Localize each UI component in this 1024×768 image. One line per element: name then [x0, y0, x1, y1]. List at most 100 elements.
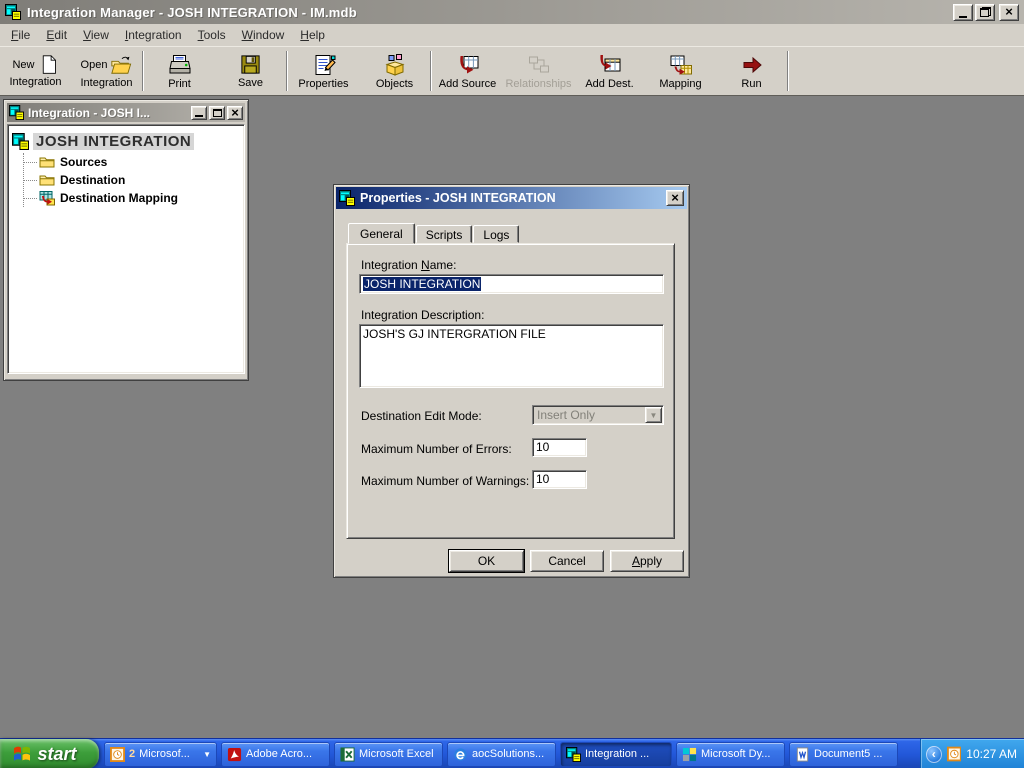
task-microsoft-excel[interactable]: Microsoft Excel [334, 742, 443, 767]
open-integration-button[interactable]: Open Integration [71, 47, 142, 95]
integration-manager-icon [566, 747, 581, 762]
close-button[interactable]: × [999, 4, 1019, 21]
cancel-button[interactable]: Cancel [530, 550, 604, 572]
task-microsoft-dynamics[interactable]: Microsoft Dy... [676, 742, 785, 767]
new-integration-button[interactable]: New Integration [0, 47, 71, 95]
close-icon: × [231, 108, 239, 118]
dynamics-icon [682, 747, 697, 762]
new-document-icon [38, 54, 59, 75]
max-errors-label: Maximum Number of Errors: [361, 442, 512, 456]
task-aocsolutions[interactable]: aocSolutions... [447, 742, 556, 767]
add-source-icon [456, 53, 480, 77]
tree-item-destination-mapping[interactable]: Destination Mapping [24, 189, 240, 207]
dialog-tabs: General Scripts Logs [348, 223, 520, 243]
relationships-button: Relationships [503, 47, 574, 95]
integration-window-title: Integration - JOSH I... [28, 106, 189, 120]
ok-button-default-ring: OK [448, 549, 525, 573]
menu-edit[interactable]: Edit [38, 25, 75, 45]
taskbar-tasks: 2 Microsof... ▼ Adobe Acro... Microsoft … [104, 739, 898, 768]
mapping-button[interactable]: Mapping [645, 47, 716, 95]
integration-description-label: Integration Description: [361, 308, 484, 322]
clock-app-icon [110, 747, 125, 762]
tray-chevron-icon[interactable]: ‹ [926, 746, 942, 763]
dialog-title: Properties - JOSH INTEGRATION [360, 191, 664, 205]
menu-bar: File Edit View Integration Tools Window … [0, 24, 1024, 46]
print-button[interactable]: Print [144, 47, 215, 95]
start-button[interactable]: start [0, 739, 99, 768]
mapping-icon [669, 53, 693, 77]
integration-name-label: Integration Name: [361, 258, 456, 272]
toolbar: New Integration Open Integration Print S… [0, 46, 1024, 96]
relationships-icon [527, 53, 551, 77]
integration-window: Integration - JOSH I... × JOSH INTEGRATI… [3, 99, 249, 381]
run-button[interactable]: Run [716, 47, 787, 95]
max-warnings-label: Maximum Number of Warnings: [361, 474, 529, 488]
tab-scripts[interactable]: Scripts [416, 225, 473, 243]
minimize-button[interactable] [953, 4, 973, 21]
run-arrow-icon [740, 53, 764, 77]
save-button[interactable]: Save [215, 47, 286, 95]
desktop: Integration Manager - JOSH INTEGRATION -… [0, 0, 1024, 768]
general-tab-page: Integration Name: JOSH INTEGRATION Integ… [346, 243, 675, 539]
menu-integration[interactable]: Integration [117, 25, 190, 45]
open-folder-icon [110, 54, 132, 76]
menu-view[interactable]: View [75, 25, 117, 45]
apply-button[interactable]: Apply [610, 550, 684, 572]
dialog-icon [339, 190, 355, 206]
close-icon: × [671, 193, 679, 203]
main-window-title: Integration Manager - JOSH INTEGRATION -… [27, 5, 951, 20]
system-tray: ‹ 10:27 AM [920, 739, 1024, 768]
max-errors-input[interactable]: 10 [532, 438, 587, 457]
folder-icon [39, 154, 55, 170]
integration-window-title-bar: Integration - JOSH I... × [7, 103, 245, 122]
add-dest-button[interactable]: Add Dest. [574, 47, 645, 95]
objects-button[interactable]: Objects [359, 47, 430, 95]
properties-button[interactable]: Properties [288, 47, 359, 95]
task-microsoft-group[interactable]: 2 Microsof... ▼ [104, 742, 217, 767]
app-icon [5, 4, 21, 20]
restore-button[interactable] [975, 4, 995, 21]
acrobat-icon [227, 747, 242, 762]
tree-item-destination[interactable]: Destination [24, 171, 240, 189]
menu-tools[interactable]: Tools [190, 25, 234, 45]
excel-icon [340, 747, 355, 762]
minimize-icon [959, 16, 967, 18]
selected-text: JOSH INTEGRATION [363, 277, 481, 291]
main-title-bar: Integration Manager - JOSH INTEGRATION -… [0, 0, 1024, 24]
task-integration-manager[interactable]: Integration ... [560, 742, 672, 767]
add-source-button[interactable]: Add Source [432, 47, 503, 95]
dialog-title-bar: Properties - JOSH INTEGRATION × [336, 187, 687, 209]
properties-dialog: Properties - JOSH INTEGRATION × General … [333, 184, 690, 578]
printer-icon [168, 53, 192, 77]
mapping-node-icon [39, 190, 55, 206]
task-adobe-acrobat[interactable]: Adobe Acro... [221, 742, 330, 767]
menu-file[interactable]: File [3, 25, 38, 45]
integration-name-input[interactable]: JOSH INTEGRATION [359, 274, 664, 294]
tree-root-josh-integration[interactable]: JOSH INTEGRATION [12, 133, 240, 150]
destination-edit-mode-label: Destination Edit Mode: [361, 409, 482, 423]
ok-button[interactable]: OK [449, 550, 524, 572]
menu-window[interactable]: Window [234, 25, 293, 45]
minimize-icon [195, 115, 203, 117]
tab-logs[interactable]: Logs [473, 225, 519, 243]
maximize-icon [213, 109, 222, 117]
menu-help[interactable]: Help [292, 25, 333, 45]
child-close-button[interactable]: × [227, 106, 243, 120]
integration-icon [12, 133, 29, 150]
integration-description-input[interactable]: JOSH'S GJ INTERGRATION FILE [359, 324, 664, 388]
tree-item-sources[interactable]: Sources [24, 153, 240, 171]
objects-box-icon [383, 53, 407, 77]
tab-general[interactable]: General [348, 223, 415, 244]
add-destination-icon [598, 53, 622, 77]
tray-clock-app-icon[interactable] [947, 746, 962, 762]
word-icon [795, 747, 810, 762]
dialog-close-button[interactable]: × [666, 190, 684, 206]
task-document5[interactable]: Document5 ... [789, 742, 898, 767]
integration-tree-panel: JOSH INTEGRATION Sources Destination Des… [7, 124, 245, 374]
child-maximize-button[interactable] [209, 106, 225, 120]
group-dropdown-icon: ▼ [203, 750, 211, 759]
child-minimize-button[interactable] [191, 106, 207, 120]
toolbar-separator [787, 51, 789, 91]
destination-edit-mode-select: Insert Only ▼ [532, 405, 664, 425]
max-warnings-input[interactable]: 10 [532, 470, 587, 489]
